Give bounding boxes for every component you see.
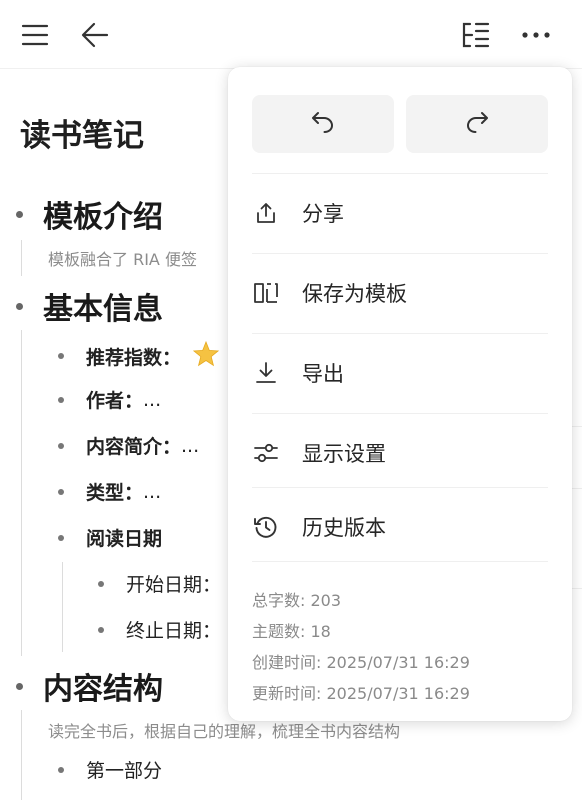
divider bbox=[572, 488, 582, 489]
menu-item-save-as-template[interactable]: 保存为模板 bbox=[252, 265, 548, 321]
menu-divider bbox=[252, 253, 548, 254]
branch-line bbox=[21, 330, 22, 656]
bullet-icon bbox=[58, 766, 64, 773]
menu-item-display-settings[interactable]: 显示设置 bbox=[252, 425, 548, 481]
menu-item-export[interactable]: 导出 bbox=[252, 345, 548, 401]
node-note: 读完全书后，根据自己的理解，梳理全书内容结构 bbox=[48, 722, 401, 741]
undo-icon bbox=[310, 110, 336, 138]
template-icon bbox=[252, 279, 280, 307]
outline-node[interactable]: 内容简介： ... bbox=[58, 432, 199, 459]
bullet-icon bbox=[58, 488, 64, 495]
outline-node-heading[interactable]: 内容结构 bbox=[16, 664, 163, 708]
outline-node[interactable]: 类型： ... bbox=[58, 478, 161, 505]
branch-line bbox=[21, 240, 22, 276]
bullet-icon bbox=[58, 534, 64, 541]
menu-icon[interactable] bbox=[18, 18, 52, 52]
outline-node-heading[interactable]: 模板介绍 bbox=[16, 192, 163, 236]
bullet-icon bbox=[16, 302, 23, 310]
back-arrow-icon[interactable] bbox=[78, 18, 112, 52]
bullet-icon bbox=[98, 626, 104, 633]
more-options-icon[interactable] bbox=[519, 18, 553, 52]
node-note: 模板融合了 RIA 便签 bbox=[48, 250, 197, 269]
outline-view-icon[interactable] bbox=[458, 18, 492, 52]
undo-button[interactable] bbox=[252, 95, 394, 153]
settings-sliders-icon bbox=[252, 439, 280, 467]
outline-node[interactable]: 推荐指数： bbox=[58, 340, 220, 371]
menu-divider bbox=[252, 173, 548, 174]
branch-line bbox=[21, 710, 22, 800]
export-icon bbox=[252, 359, 280, 387]
bullet-icon bbox=[16, 682, 23, 690]
redo-icon bbox=[464, 110, 490, 138]
bullet-icon bbox=[16, 210, 23, 218]
bullet-icon bbox=[58, 442, 64, 449]
menu-divider bbox=[252, 561, 548, 562]
stat-word-count: 总字数: 203 bbox=[252, 591, 342, 610]
more-options-menu: 分享 保存为模板 导出 显示设置 历史版本 总字数: 203 主题数: 18 创… bbox=[228, 67, 572, 721]
outline-node[interactable]: 阅读日期 bbox=[58, 524, 162, 551]
divider bbox=[572, 588, 582, 589]
outline-node[interactable]: 第一部分 bbox=[58, 756, 162, 783]
share-icon bbox=[252, 199, 280, 227]
menu-item-share[interactable]: 分享 bbox=[252, 185, 548, 241]
bullet-icon bbox=[58, 353, 64, 359]
stat-topic-count: 主题数: 18 bbox=[252, 622, 331, 641]
star-icon bbox=[192, 340, 220, 371]
divider bbox=[572, 426, 582, 427]
bullet-icon bbox=[58, 396, 64, 403]
outline-node[interactable]: 作者： ... bbox=[58, 386, 161, 413]
menu-divider bbox=[252, 487, 548, 488]
stat-created-time: 创建时间: 2025/07/31 16:29 bbox=[252, 653, 470, 672]
bullet-icon bbox=[98, 580, 104, 587]
outline-node[interactable]: 开始日期： bbox=[98, 570, 221, 597]
menu-divider bbox=[252, 333, 548, 334]
history-icon bbox=[252, 513, 280, 541]
outline-node-heading[interactable]: 基本信息 bbox=[16, 284, 163, 328]
outline-node[interactable]: 终止日期： bbox=[98, 616, 221, 643]
page-title[interactable]: 读书笔记 bbox=[20, 110, 144, 155]
menu-divider bbox=[252, 413, 548, 414]
menu-item-history[interactable]: 历史版本 bbox=[252, 499, 548, 555]
redo-button[interactable] bbox=[406, 95, 548, 153]
top-bar bbox=[0, 0, 582, 69]
stat-updated-time: 更新时间: 2025/07/31 16:29 bbox=[252, 684, 470, 703]
branch-line bbox=[62, 562, 63, 652]
